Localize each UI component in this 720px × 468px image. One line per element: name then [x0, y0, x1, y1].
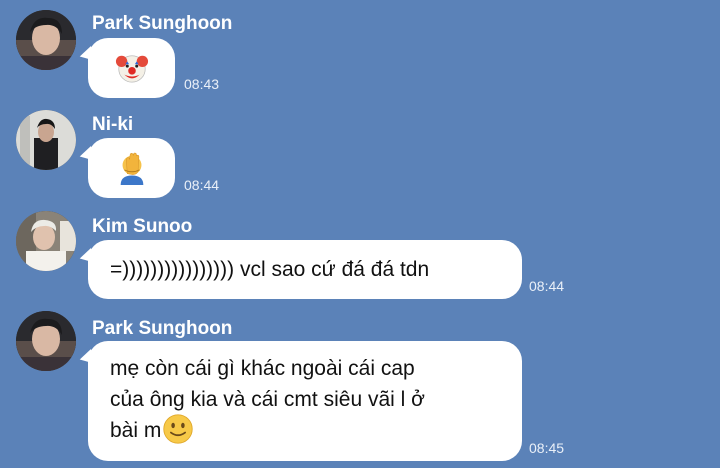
clown-face-icon [115, 55, 148, 83]
timestamp: 08:44 [529, 278, 565, 294]
message-text-line: của ông kia và cái cmt siêu vãi l ở [110, 388, 425, 411]
timestamp: 08:44 [184, 177, 220, 193]
sunoo-avatar-image [16, 211, 76, 271]
message-bubble[interactable]: =)))))))))))))))) vcl sao cứ đá đá tdn [88, 240, 522, 299]
timestamp: 08:45 [529, 440, 565, 456]
message-text-line-last: bài m [110, 414, 500, 447]
message-text-line: bài m [110, 419, 162, 442]
message-bubble[interactable]: mẹ còn cái gì khác ngoài cái cap của ông… [88, 341, 522, 461]
slightly-smiling-face-icon [163, 414, 194, 445]
sender-name: Kim Sunoo [92, 216, 193, 237]
message-bubble[interactable] [88, 38, 175, 98]
avatar[interactable] [16, 110, 76, 170]
face-palm-icon [120, 152, 143, 185]
timestamp: 08:43 [184, 76, 220, 92]
sunghoon-avatar-image [16, 10, 76, 70]
message-bubble[interactable] [88, 138, 175, 198]
niki-avatar-image [16, 110, 76, 170]
avatar[interactable] [16, 211, 76, 271]
avatar[interactable] [16, 10, 76, 70]
avatar[interactable] [16, 311, 76, 371]
sunghoon-avatar-image [16, 311, 76, 371]
message-text-line: mẹ còn cái gì khác ngoài cái cap [110, 357, 415, 380]
sender-name: Park Sunghoon [92, 318, 233, 339]
sender-name: Park Sunghoon [92, 13, 233, 34]
message-text: =)))))))))))))))) vcl sao cứ đá đá tdn [110, 258, 430, 281]
sender-name: Ni-ki [92, 114, 134, 135]
